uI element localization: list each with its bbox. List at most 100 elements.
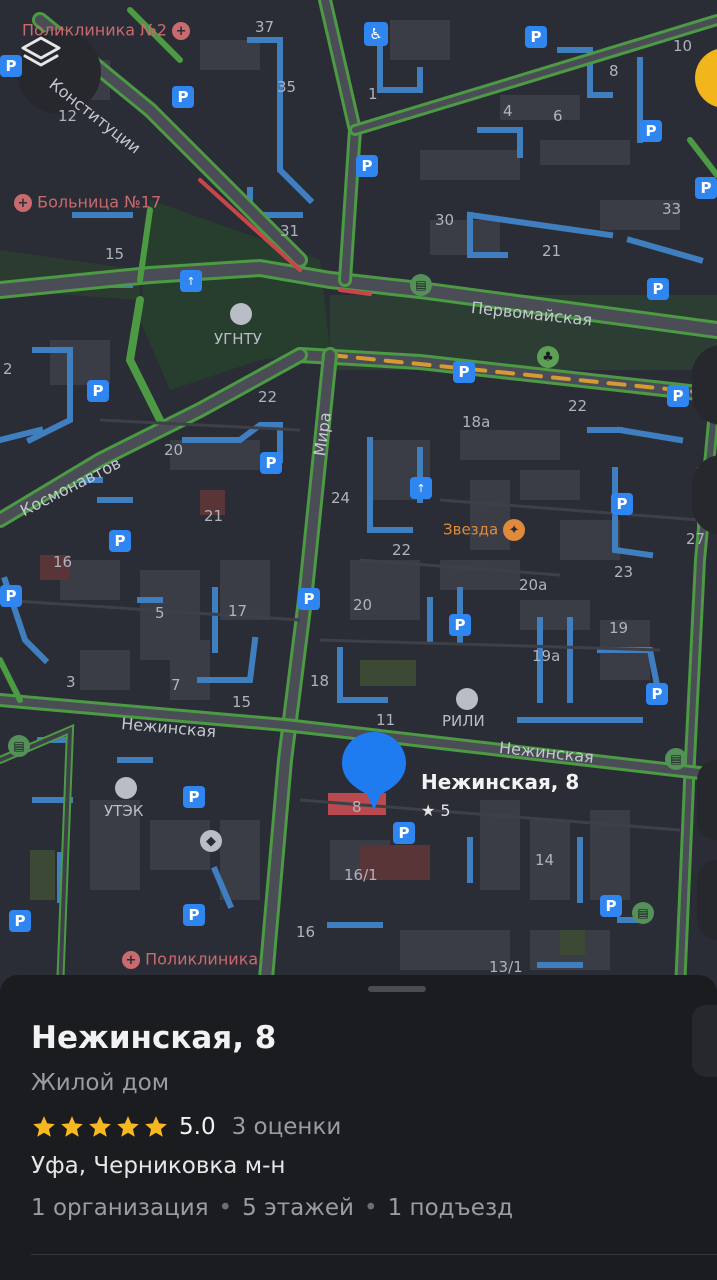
shop-icon[interactable]: ▤ [410,274,432,296]
house-number: 27 [686,530,706,548]
sheet-divider [31,1254,717,1255]
house-number: 23 [614,563,634,581]
selected-place-map-label[interactable]: Нежинская, 8 [421,770,579,794]
university-icon[interactable] [230,303,252,325]
parking-icon[interactable]: P [525,26,547,48]
hospital-icon: + [14,194,32,212]
parking-icon[interactable]: P [695,177,717,199]
parking-icon[interactable]: P [183,786,205,808]
parking-icon[interactable]: P [611,493,633,515]
house-number: 13/1 [489,958,523,976]
park-icon[interactable]: ♣ [537,346,559,368]
poi-rili[interactable]: РИЛИ [442,714,485,729]
house-number: 18а [462,413,491,431]
hospital-icon: + [172,22,191,40]
place-details: 1 организация • 5 этажей • 1 подъезд [31,1197,513,1220]
parking-icon[interactable]: P [356,155,378,177]
house-number: 21 [542,242,562,260]
house-number: 30 [435,211,455,229]
sheet-side-button[interactable] [692,1005,717,1077]
house-number: 21 [204,507,224,525]
location-pin-icon[interactable] [340,730,408,812]
parking-icon[interactable]: P [647,278,669,300]
house-number: 20а [519,576,548,594]
shop-icon[interactable]: ▤ [8,735,30,757]
house-number: 16/1 [344,866,378,884]
house-number: 35 [277,78,297,96]
accessibility-icon[interactable]: ♿ [364,22,388,46]
house-number: 19а [532,647,561,665]
parking-icon[interactable]: P [172,86,194,108]
house-number: 22 [258,388,278,406]
map-control-right-4[interactable] [697,860,717,940]
house-number: 19 [609,619,629,637]
parking-icon[interactable]: P [449,614,471,636]
separator-dot: • [364,1195,378,1221]
fitness-icon: ✦ [503,519,526,541]
house-number: 24 [331,489,351,507]
poi-poliklinika[interactable]: + Поликлиника [122,951,258,969]
parking-icon[interactable]: P [0,585,22,607]
hospital-icon: + [122,951,140,969]
poi-ugntu[interactable]: УГНТУ [214,332,262,347]
house-number: 14 [535,851,555,869]
map-canvas[interactable] [0,0,717,990]
detail-floors: 5 этажей [242,1195,355,1221]
poi-zvezda[interactable]: Звезда ✦ [443,519,526,541]
parking-icon[interactable]: P [298,588,320,610]
parking-icon[interactable]: P [9,910,31,932]
house-number: 20 [164,441,184,459]
place-card-sheet[interactable]: Нежинская, 8 Жилой дом 5.0 3 оценки Уфа,… [0,975,717,1280]
parking-icon[interactable]: P [87,380,109,402]
house-number: 11 [376,711,396,729]
poi-poliklinika-2[interactable]: Поликлиника №2 + [22,22,191,40]
parking-icon[interactable]: P [640,120,662,142]
sheet-grabber[interactable] [368,986,426,992]
star-icon [117,1116,139,1137]
detail-entrances: 1 подъезд [387,1195,514,1221]
poi-utek[interactable]: УТЭК [104,804,143,819]
map-control-right-3[interactable] [697,760,717,840]
map-view[interactable]: Конституции Первомайская Космонавтов Мир… [0,0,717,990]
parking-icon[interactable]: P [260,452,282,474]
house-number: 2 [3,360,13,378]
building-icon[interactable]: ◆ [200,830,222,852]
place-address[interactable]: Уфа, Черниковка м-н [31,1155,285,1178]
star-icon [145,1116,167,1137]
parking-icon[interactable]: P [646,683,668,705]
detail-organizations[interactable]: 1 организация [31,1197,209,1220]
rating-count[interactable]: 3 оценки [232,1114,342,1140]
house-number: 7 [171,676,181,694]
rating-row[interactable]: 5.0 3 оценки [31,1113,341,1141]
parking-icon[interactable]: P [667,385,689,407]
parking-icon[interactable]: P [109,530,131,552]
house-number: 17 [228,602,248,620]
shop-icon[interactable]: ▤ [665,748,687,770]
poi-bolnitsa-17[interactable]: + Больница №17 [14,194,161,212]
shop-icon[interactable]: ▤ [632,902,654,924]
star-icon [61,1116,83,1137]
parking-icon[interactable]: P [453,361,475,383]
rili-icon[interactable] [456,688,478,710]
parking-icon[interactable]: P [600,895,622,917]
house-number: 22 [392,541,412,559]
house-number: 16 [53,553,73,571]
directory-icon[interactable]: ↑ [410,477,432,499]
house-number: 12 [58,107,78,125]
star-icon [33,1116,55,1137]
house-number: 1 [368,85,378,103]
parking-icon[interactable]: P [0,55,22,77]
selected-place-map-rating: ★ 5 [421,801,451,820]
star-icon [89,1116,111,1137]
house-number: 10 [673,37,693,55]
rating-value: 5.0 [179,1114,216,1140]
house-number: 20 [353,596,373,614]
house-number: 22 [568,397,588,415]
place-title: Нежинская, 8 [31,1020,277,1056]
utek-icon[interactable] [115,777,137,799]
parking-icon[interactable]: P [183,904,205,926]
rating-stars [31,1114,169,1140]
directory-icon[interactable]: ↑ [180,270,202,292]
parking-icon[interactable]: P [393,822,415,844]
house-number: 33 [662,200,682,218]
